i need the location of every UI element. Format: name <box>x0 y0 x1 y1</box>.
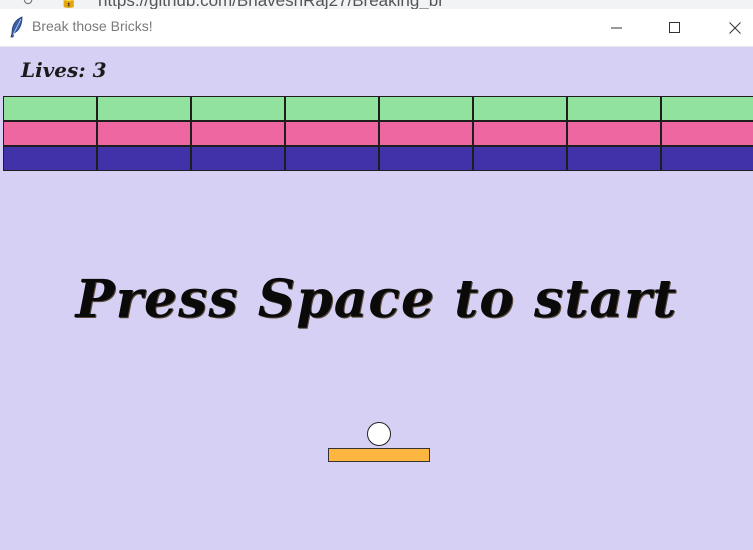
brick <box>661 146 753 171</box>
reload-icon[interactable]: ↻ <box>22 0 34 9</box>
brick <box>473 96 567 121</box>
feather-icon <box>9 16 25 38</box>
brick <box>567 96 661 121</box>
maximize-icon <box>669 21 680 33</box>
brick <box>567 146 661 171</box>
brick <box>191 96 285 121</box>
window-title: Break those Bricks! <box>32 18 153 34</box>
brick <box>661 96 753 121</box>
brick <box>3 96 97 121</box>
lives-counter: Lives: 3 <box>21 58 107 82</box>
brick <box>567 121 661 146</box>
close-button[interactable] <box>712 9 753 46</box>
lock-icon: 🔒 <box>60 0 78 8</box>
game-canvas[interactable]: Lives: 3 Press Space to start <box>0 47 753 550</box>
close-icon <box>729 21 741 34</box>
browser-url[interactable]: https://github.com/BhaveshRaj27/Breaking… <box>98 0 444 9</box>
maximize-button[interactable] <box>652 9 698 46</box>
brick <box>3 146 97 171</box>
brick <box>379 96 473 121</box>
brick-row-green <box>3 96 753 121</box>
paddle[interactable] <box>328 448 430 462</box>
ball <box>367 422 391 446</box>
minimize-button[interactable] <box>594 9 640 46</box>
brick <box>285 96 379 121</box>
brick <box>379 121 473 146</box>
browser-address-bar: ↻ 🔒 https://github.com/BhaveshRaj27/Brea… <box>0 0 753 9</box>
minimize-icon <box>611 27 622 28</box>
brick <box>473 121 567 146</box>
brick <box>285 146 379 171</box>
brick-row-purple <box>3 146 753 171</box>
brick <box>379 146 473 171</box>
brick <box>473 146 567 171</box>
brick <box>97 96 191 121</box>
brick <box>285 121 379 146</box>
brick <box>97 146 191 171</box>
brick <box>661 121 753 146</box>
start-prompt: Press Space to start <box>75 269 678 330</box>
game-window: Break those Bricks! Lives: 3 Press Space… <box>0 9 753 550</box>
brick <box>191 121 285 146</box>
brick <box>191 146 285 171</box>
title-bar[interactable]: Break those Bricks! <box>0 9 753 47</box>
brick <box>3 121 97 146</box>
brick <box>97 121 191 146</box>
brick-row-pink <box>3 121 753 146</box>
